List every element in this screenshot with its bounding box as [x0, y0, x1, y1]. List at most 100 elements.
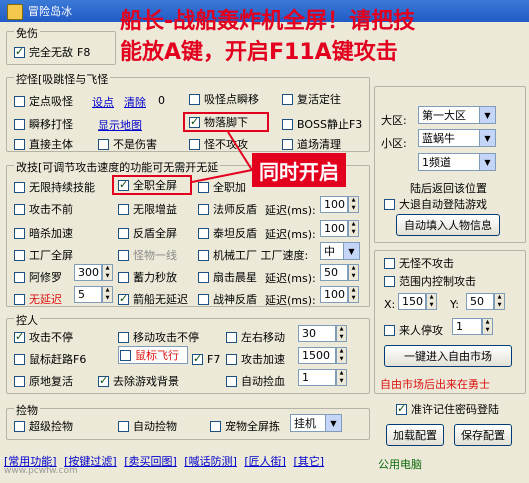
auto-login-checkbox[interactable] — [384, 198, 395, 210]
auto-pick-spinner[interactable]: ▲ ▼ — [336, 369, 347, 386]
arrow-ship-option[interactable]: 箭船无延迟 — [118, 292, 188, 306]
pet-pickup-option[interactable]: 宠物全屏拣 — [210, 419, 280, 433]
show-map-link[interactable]: 显示地图 — [98, 117, 142, 133]
factory-full-option[interactable]: 工厂全屏 — [14, 248, 73, 262]
full-invincible-checkbox[interactable] — [14, 45, 25, 58]
titan-shield-checkbox[interactable] — [198, 227, 209, 239]
mage-shield-checkbox[interactable] — [198, 203, 209, 215]
full-class-screen-option[interactable]: 全职全屏 — [118, 178, 177, 192]
field-cleanup-checkbox[interactable] — [282, 138, 293, 150]
attack-nonstop-option[interactable]: 攻击不停 — [14, 330, 73, 344]
lr-move-option[interactable]: 左右移动 — [226, 330, 285, 344]
suck-move-checkbox[interactable] — [189, 93, 200, 105]
field-cleanup-option[interactable]: 道场清理 — [282, 137, 341, 151]
attack-nonstop-checkbox[interactable] — [14, 330, 25, 343]
super-pickup-checkbox[interactable] — [14, 420, 25, 432]
full-class-screen-checkbox[interactable] — [118, 178, 129, 191]
no-delay-spinner[interactable]: ▲ ▼ — [102, 286, 113, 303]
move-attack-option[interactable]: 移动攻击不停 — [118, 330, 199, 344]
infinite-duration-checkbox[interactable] — [14, 181, 25, 193]
revive-checkbox[interactable] — [14, 375, 25, 387]
infinite-buff-option[interactable]: 无限增益 — [118, 202, 177, 216]
remove-bg-checkbox[interactable] — [98, 374, 109, 387]
no-hurt-option[interactable]: 不是伤害 — [98, 137, 157, 151]
mage-delay-spinner[interactable]: ▲ ▼ — [348, 196, 359, 213]
titan-shield-option[interactable]: 泰坦反盾 — [198, 226, 257, 240]
region-select[interactable]: 第一大区 ▼ — [418, 106, 496, 124]
teleport-option[interactable]: 瞬移打怪 — [14, 117, 73, 131]
direct-main-checkbox[interactable] — [14, 138, 25, 150]
lr-move-spinner[interactable]: ▲ ▼ — [336, 325, 347, 342]
x-input[interactable]: 150 — [398, 293, 426, 310]
fill-info-button[interactable]: 自动填入人物信息 — [396, 214, 500, 236]
no-monster-no-attack-option[interactable]: 无怪不攻击 — [384, 256, 454, 270]
tab-trade[interactable]: [卖买回图] — [124, 455, 177, 468]
mouse-fly-checkbox[interactable] — [120, 349, 131, 361]
rot-fix-checkbox[interactable] — [282, 93, 293, 105]
subregion-select[interactable]: 蓝蜗牛 ▼ — [418, 129, 496, 147]
teleport-checkbox[interactable] — [14, 118, 25, 130]
no-hurt-checkbox[interactable] — [98, 138, 109, 150]
titan-delay-input[interactable]: 100 — [320, 220, 348, 237]
auto-pickup-checkbox[interactable] — [118, 420, 129, 432]
no-delay-input[interactable]: 5 — [74, 286, 102, 303]
pickup-mode-select[interactable]: 挂机 ▼ — [290, 414, 342, 432]
rot-fix-option[interactable]: 复活定往 — [282, 92, 341, 106]
set-point-link[interactable]: 设点 — [92, 94, 114, 110]
mouse-lure-checkbox[interactable] — [14, 353, 25, 365]
y-input[interactable]: 50 — [466, 293, 494, 310]
super-pickup-option[interactable]: 超级捡物 — [14, 419, 73, 433]
y-spinner[interactable]: ▲ ▼ — [494, 293, 505, 310]
x-spinner[interactable]: ▲ ▼ — [426, 293, 437, 310]
full-invincible-option[interactable]: 完全无敌 F8 — [14, 45, 90, 59]
range-attack-checkbox[interactable] — [384, 275, 395, 287]
monster-line-checkbox[interactable] — [118, 249, 129, 261]
stop-on-player-spinner[interactable]: ▲ ▼ — [482, 318, 493, 335]
attack-speed-spinner[interactable]: ▲ ▼ — [336, 347, 347, 364]
fan-star-checkbox[interactable] — [198, 271, 209, 283]
asura-spinner[interactable]: ▲ ▼ — [102, 264, 113, 281]
fan-star-delay-input[interactable]: 50 — [320, 264, 348, 281]
remove-bg-option[interactable]: 去除游戏背景 — [98, 374, 179, 388]
asura-option[interactable]: 阿修罗 — [14, 270, 62, 284]
fixed-suck-checkbox[interactable] — [14, 95, 25, 107]
auto-pick-option[interactable]: 自动捡血 — [226, 374, 285, 388]
channel-select[interactable]: 1频道 ▼ — [418, 153, 496, 171]
stop-on-player-checkbox[interactable] — [384, 324, 395, 336]
assassin-speed-checkbox[interactable] — [14, 227, 25, 239]
shield-full-option[interactable]: 反盾全屏 — [118, 226, 177, 240]
mech-factory-checkbox[interactable] — [198, 249, 209, 261]
asura-checkbox[interactable] — [14, 271, 25, 283]
pet-pickup-checkbox[interactable] — [210, 420, 221, 432]
lr-move-input[interactable]: 30 — [298, 325, 336, 342]
move-attack-checkbox[interactable] — [118, 331, 129, 343]
stop-on-player-input[interactable]: 1 — [452, 318, 482, 335]
fixed-suck-option[interactable]: 定点吸怪 — [14, 94, 73, 108]
mage-shield-option[interactable]: 法师反盾 — [198, 202, 257, 216]
infinite-duration-option[interactable]: 无限持续技能 — [14, 180, 95, 194]
fan-star-delay-spinner[interactable]: ▲ ▼ — [348, 264, 359, 281]
asura-input[interactable]: 300 — [74, 264, 102, 281]
attack-no-advance-option[interactable]: 攻击不前 — [14, 202, 73, 216]
drop-feet-checkbox[interactable] — [189, 115, 200, 128]
auto-pickup-option[interactable]: 自动捡物 — [118, 419, 177, 433]
factory-speed-select[interactable]: 中 ▼ — [320, 242, 360, 260]
war-god-delay-spinner[interactable]: ▲ ▼ — [348, 286, 359, 303]
drop-feet-option[interactable]: 物落脚下 — [189, 115, 248, 129]
lr-move-checkbox[interactable] — [226, 331, 237, 343]
monster-line-option[interactable]: 怪物一线 — [118, 248, 177, 262]
mage-delay-input[interactable]: 100 — [320, 196, 348, 213]
war-god-shield-checkbox[interactable] — [198, 293, 209, 305]
attack-speed-option[interactable]: 攻击加速 — [226, 352, 285, 366]
attack-speed-checkbox[interactable] — [226, 353, 237, 365]
auto-pick-checkbox[interactable] — [226, 375, 237, 387]
attack-speed-input[interactable]: 1500 — [298, 347, 336, 364]
enter-market-button[interactable]: 一键进入自由市场 — [384, 345, 512, 367]
tab-other[interactable]: [其它] — [293, 455, 324, 468]
stop-on-player-option[interactable]: 来人停攻 — [384, 323, 443, 337]
tab-craftsman[interactable]: [匠人街] — [244, 455, 286, 468]
remember-password-option[interactable]: 准许记住密码登陆 — [396, 402, 499, 416]
remember-password-checkbox[interactable] — [396, 402, 407, 415]
f7-option[interactable]: F7 — [192, 352, 220, 366]
auto-pick-input[interactable]: 1 — [298, 369, 336, 386]
